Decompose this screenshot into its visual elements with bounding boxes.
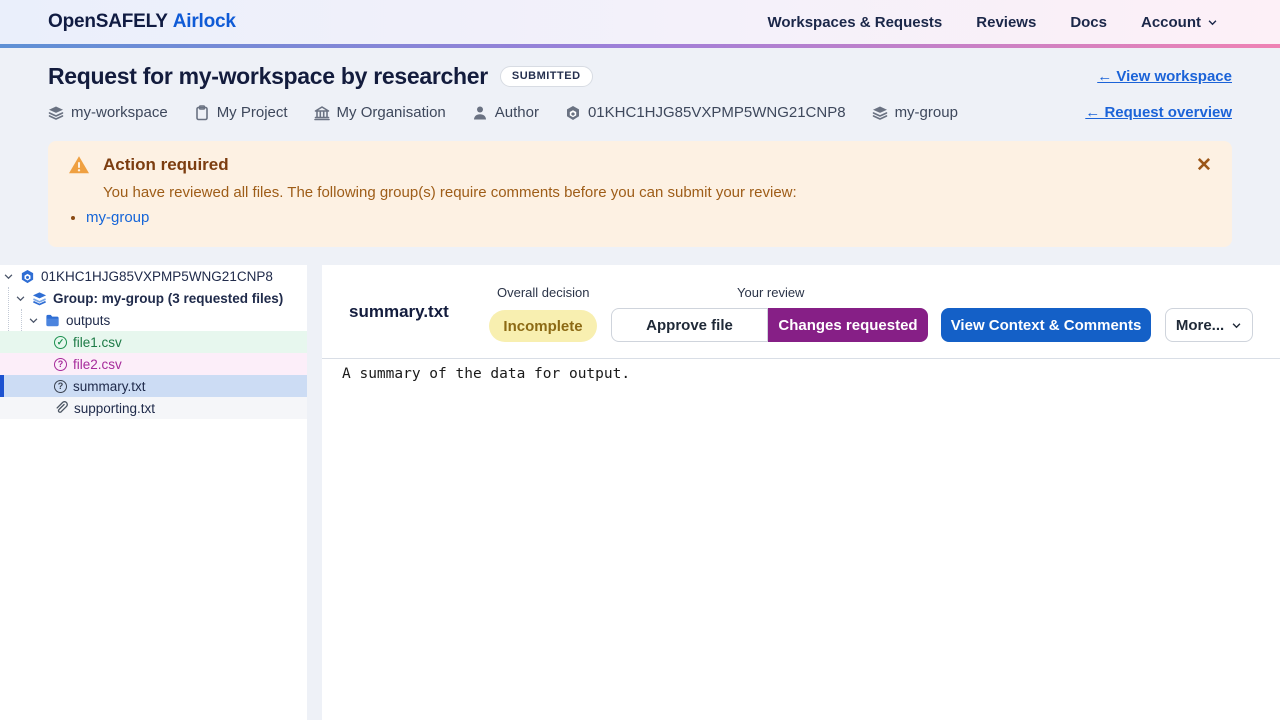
meta-project: My Project (194, 104, 288, 121)
tree-folder-outputs[interactable]: outputs (0, 309, 307, 331)
tree-group-my-group[interactable]: Group: my-group (3 requested files) (0, 287, 307, 309)
navbar-links: Workspaces & Requests Reviews Docs Accou… (767, 14, 1218, 31)
chevron-down-icon (1207, 17, 1218, 28)
warning-icon (68, 155, 90, 175)
alert-message: You have reviewed all files. The followi… (103, 184, 1212, 201)
file-tree-sidebar: 01KHC1HJG85VXPMP5WNG21CNP8 Group: my-gro… (0, 265, 307, 720)
more-menu-button[interactable]: More... (1165, 308, 1253, 342)
approve-file-button[interactable]: Approve file (611, 308, 768, 342)
paperclip-icon (54, 401, 68, 415)
check-circle-icon: ✓ (54, 336, 67, 349)
logo-primary: OpenSAFELY (48, 11, 168, 32)
file-title: summary.txt (349, 302, 449, 322)
user-icon (472, 105, 488, 121)
file-view-panel: summary.txt Overall decision Incomplete … (322, 265, 1280, 720)
tree-file-supporting[interactable]: supporting.txt (0, 397, 307, 419)
folder-icon (45, 313, 60, 328)
tree-file-summary-selected[interactable]: ? summary.txt (0, 375, 307, 397)
app-logo[interactable]: OpenSAFELYAirlock (48, 11, 236, 33)
page: OpenSAFELYAirlock Workspaces & Requests … (0, 0, 1280, 720)
question-circle-icon: ? (54, 358, 67, 371)
action-required-alert: Action required ✕ You have reviewed all … (48, 141, 1232, 247)
request-overview-link[interactable]: ← Request overview (1085, 104, 1232, 121)
chevron-down-icon (28, 315, 39, 326)
layers-icon (32, 291, 47, 306)
layers-icon (872, 105, 888, 121)
tree-root-request[interactable]: 01KHC1HJG85VXPMP5WNG21CNP8 (0, 265, 307, 287)
clipboard-icon (194, 105, 210, 121)
logo-secondary: Airlock (173, 11, 236, 32)
close-icon[interactable]: ✕ (1190, 151, 1218, 179)
nav-account-menu[interactable]: Account (1141, 14, 1218, 31)
overall-decision-badge: Incomplete (489, 310, 597, 342)
tree-file-file1[interactable]: ✓ file1.csv (0, 331, 307, 353)
layers-icon (48, 105, 64, 121)
page-title: Request for my-workspace by researcher (48, 63, 488, 90)
nav-docs[interactable]: Docs (1070, 14, 1107, 31)
navbar: OpenSAFELYAirlock Workspaces & Requests … (0, 0, 1280, 44)
nav-reviews[interactable]: Reviews (976, 14, 1036, 31)
alert-group-item: my-group (86, 209, 1212, 226)
tree-file-file2[interactable]: ? file2.csv (0, 353, 307, 375)
question-circle-icon: ? (54, 380, 67, 393)
request-header: Request for my-workspace by researcher S… (48, 48, 1232, 121)
alert-title: Action required (103, 155, 229, 175)
chevron-down-icon (3, 271, 14, 282)
overall-decision-label: Overall decision (497, 285, 590, 300)
alert-group-link[interactable]: my-group (86, 209, 149, 226)
request-metadata: my-workspace My Project My Organisation … (48, 104, 958, 121)
chevron-down-icon (15, 293, 26, 304)
changes-requested-button[interactable]: Changes requested (768, 308, 928, 342)
panel-divider (322, 358, 1280, 359)
nav-workspaces-requests[interactable]: Workspaces & Requests (767, 14, 942, 31)
cube-icon (20, 269, 35, 284)
bank-icon (314, 105, 330, 121)
view-workspace-link[interactable]: ← View workspace (1097, 68, 1232, 85)
chevron-down-icon (1231, 320, 1242, 331)
file-content-text: A summary of the data for output. (342, 366, 630, 382)
meta-workspace: my-workspace (48, 104, 168, 121)
cube-icon (565, 105, 581, 121)
status-badge: SUBMITTED (500, 66, 593, 87)
meta-group: my-group (872, 104, 958, 121)
view-context-comments-button[interactable]: View Context & Comments (941, 308, 1151, 342)
your-review-label: Your review (737, 285, 804, 300)
meta-author: Author (472, 104, 539, 121)
meta-request-id: 01KHC1HJG85VXPMP5WNG21CNP8 (565, 104, 846, 121)
meta-organisation: My Organisation (314, 104, 446, 121)
